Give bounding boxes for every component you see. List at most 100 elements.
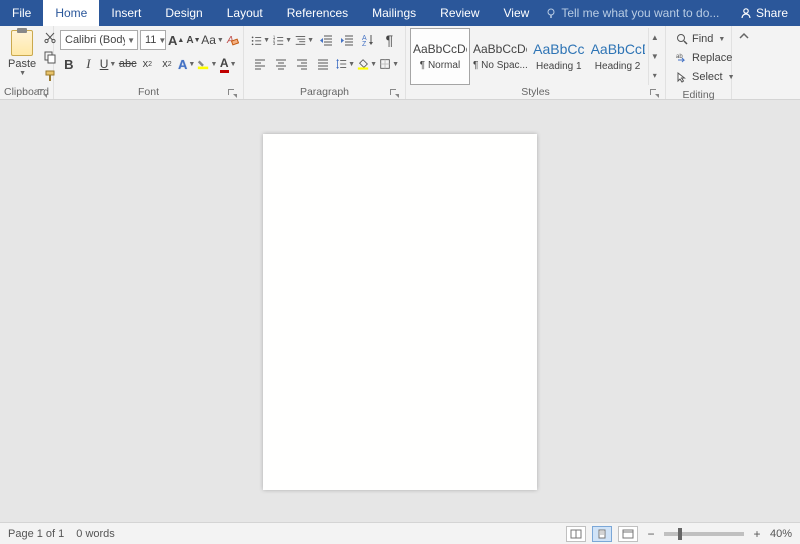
multilevel-list-button[interactable]: ▼ (294, 30, 314, 50)
highlight-button[interactable]: ▼ (197, 54, 217, 74)
decrease-indent-button[interactable] (316, 30, 335, 50)
align-right-button[interactable] (293, 54, 312, 74)
paragraph-group-label: Paragraph (248, 85, 401, 99)
tab-mailings[interactable]: Mailings (360, 0, 428, 26)
tab-review[interactable]: Review (428, 0, 491, 26)
show-hide-marks-button[interactable]: ¶ (380, 30, 399, 50)
italic-button[interactable]: I (80, 54, 98, 74)
tab-view[interactable]: View (492, 0, 542, 26)
svg-text:ab: ab (676, 54, 683, 60)
tab-references[interactable]: References (275, 0, 360, 26)
select-button[interactable]: Select▼ (672, 68, 725, 86)
highlighter-icon (197, 57, 209, 71)
styles-group-label: Styles (410, 85, 661, 99)
style-preview: AaBbCc (533, 41, 585, 57)
read-mode-button[interactable] (566, 526, 586, 542)
bullets-icon (250, 33, 262, 47)
align-center-button[interactable] (271, 54, 290, 74)
subscript-button[interactable]: x2 (139, 54, 157, 74)
document-page[interactable] (263, 134, 537, 490)
multilevel-icon (294, 33, 306, 47)
clipboard-icon (11, 30, 33, 56)
justify-button[interactable] (314, 54, 333, 74)
font-group-label: Font (58, 85, 239, 99)
borders-button[interactable]: ▼ (379, 54, 399, 74)
style-preview: AaBbCcD (591, 41, 645, 57)
style-item-3[interactable]: AaBbCcDHeading 2 (588, 28, 648, 85)
style-preview: AaBbCcDc (413, 42, 467, 56)
web-layout-button[interactable] (618, 526, 638, 542)
chevron-down-icon: ▼ (188, 61, 195, 68)
justify-icon (316, 57, 330, 71)
font-color-button[interactable]: A▼ (219, 54, 237, 74)
text-effects-button[interactable]: A▼ (178, 54, 196, 74)
select-label: Select (692, 71, 723, 83)
chevron-down-icon: ▼ (307, 37, 314, 44)
page-indicator[interactable]: Page 1 of 1 (8, 528, 64, 540)
sort-button[interactable]: AZ (359, 30, 378, 50)
style-item-2[interactable]: AaBbCcHeading 1 (530, 28, 588, 85)
superscript-button[interactable]: x2 (158, 54, 176, 74)
svg-text:Z: Z (362, 41, 367, 47)
align-left-button[interactable] (250, 54, 269, 74)
numbering-button[interactable]: 123▼ (272, 30, 292, 50)
sort-icon: AZ (361, 33, 375, 47)
chevron-down-icon: ▼ (348, 61, 355, 68)
clipboard-launcher[interactable] (37, 88, 47, 98)
tab-file[interactable]: File (0, 0, 43, 26)
tab-home[interactable]: Home (43, 0, 99, 26)
tab-insert[interactable]: Insert (99, 0, 153, 26)
zoom-level[interactable]: 40% (770, 528, 792, 540)
chevron-up-icon (738, 30, 750, 42)
shrink-font-button[interactable]: A▼ (186, 30, 200, 50)
underline-button[interactable]: U▼ (99, 54, 117, 74)
font-size-combo[interactable]: 11▼ (140, 30, 166, 50)
zoom-in-button[interactable]: + (750, 527, 764, 541)
share-button[interactable]: Share (728, 0, 800, 26)
clear-formatting-button[interactable]: A (225, 30, 239, 50)
strikethrough-button[interactable]: abc (119, 54, 137, 74)
chevron-down-icon: ▼ (19, 70, 26, 77)
align-center-icon (274, 57, 288, 71)
zoom-out-button[interactable]: − (644, 527, 658, 541)
font-launcher[interactable] (227, 88, 237, 98)
find-button[interactable]: Find▼ (672, 30, 725, 48)
styles-launcher[interactable] (649, 88, 659, 98)
paste-button[interactable]: Paste ▼ (4, 28, 40, 79)
styles-scroll-down[interactable]: ▼ (649, 47, 661, 66)
chevron-down-icon: ▼ (392, 61, 399, 68)
line-spacing-icon (335, 57, 347, 71)
increase-indent-button[interactable] (337, 30, 356, 50)
grow-font-button[interactable]: A▲ (168, 30, 184, 50)
bullets-button[interactable]: ▼ (250, 30, 270, 50)
paragraph-launcher[interactable] (389, 88, 399, 98)
replace-button[interactable]: ab Replace (672, 49, 725, 67)
tell-me-search[interactable]: Tell me what you want to do... (545, 0, 719, 26)
chevron-down-icon: ▼ (230, 61, 237, 68)
document-area[interactable] (0, 100, 800, 522)
replace-icon: ab (676, 52, 688, 64)
style-item-1[interactable]: AaBbCcDc¶ No Spac... (470, 28, 530, 85)
word-count[interactable]: 0 words (76, 528, 115, 540)
print-layout-button[interactable] (592, 526, 612, 542)
tab-layout[interactable]: Layout (215, 0, 275, 26)
style-item-0[interactable]: AaBbCcDc¶ Normal (410, 28, 470, 85)
indent-icon (340, 33, 354, 47)
shading-button[interactable]: ▼ (357, 54, 377, 74)
cursor-icon (676, 71, 688, 83)
align-left-icon (253, 57, 267, 71)
font-name-combo[interactable]: Calibri (Body)▼ (60, 30, 138, 50)
zoom-slider[interactable] (664, 532, 744, 536)
collapse-ribbon-button[interactable] (732, 26, 756, 99)
change-case-button[interactable]: Aa▼ (203, 30, 223, 50)
ribbon: Paste ▼ Clipboard Calibri (Body)▼ 11▼ A▲… (0, 26, 800, 100)
styles-scroll-up[interactable]: ▲ (649, 28, 661, 47)
bold-button[interactable]: B (60, 54, 78, 74)
lightbulb-icon (545, 7, 557, 19)
tab-design[interactable]: Design (153, 0, 214, 26)
web-icon (622, 529, 634, 539)
line-spacing-button[interactable]: ▼ (335, 54, 355, 74)
zoom-slider-thumb[interactable] (678, 528, 682, 540)
editing-group-label: Editing (670, 88, 727, 102)
styles-expand[interactable]: ▾ (649, 66, 661, 85)
